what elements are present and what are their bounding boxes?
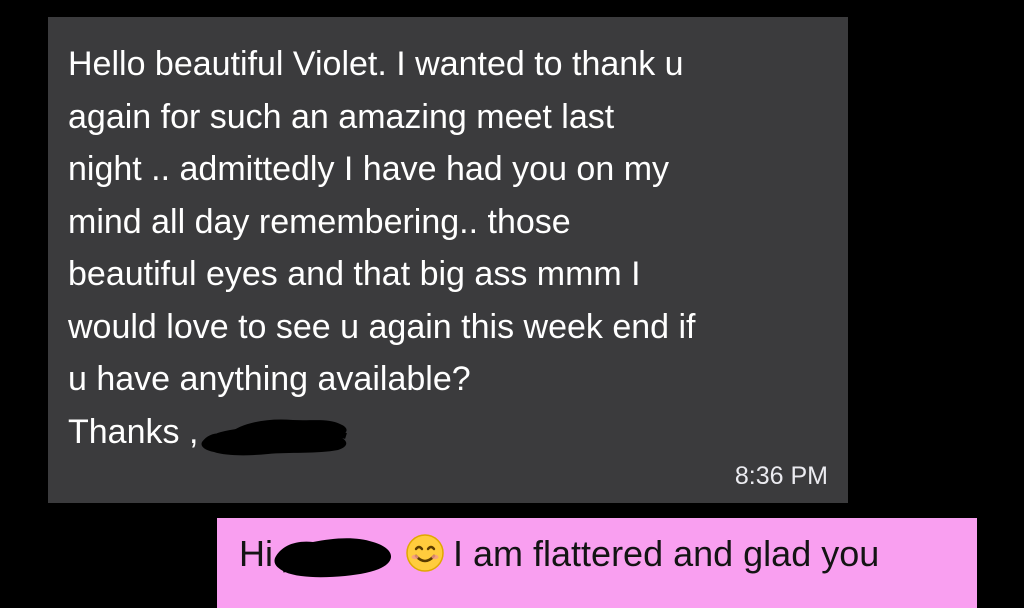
message-line: mind all day remembering.. those — [68, 202, 571, 241]
message-line: u have anything available? — [68, 360, 471, 398]
incoming-message-text: Hello beautiful Violet. I wanted to than… — [68, 38, 828, 458]
message-timestamp: 8:36 PM — [734, 462, 828, 490]
message-line: night .. admittedly I have had you on my — [68, 150, 670, 188]
message-line: again for such an amazing meet last — [68, 97, 615, 136]
message-line: beautiful eyes and that big ass mmm I — [68, 255, 641, 293]
signoff-text: Thanks , — [68, 412, 199, 451]
greeting-text: Hi — [239, 533, 273, 574]
message-line: Hello beautiful Violet. I wanted to than… — [68, 45, 684, 83]
redacted-name-scribble — [198, 412, 358, 456]
redacted-name-scribble — [273, 532, 401, 580]
outgoing-message-text: Hi I am flattered and glad you — [239, 530, 977, 580]
outgoing-message-body: I am flattered and glad you — [453, 533, 880, 574]
outgoing-message-bubble[interactable]: Hi I am flattered and glad you — [217, 518, 977, 608]
incoming-message-bubble[interactable]: Hello beautiful Violet. I wanted to than… — [48, 17, 848, 503]
message-line: would love to see u again this week end … — [68, 307, 696, 346]
message-line-signoff: Thanks , — [68, 406, 828, 459]
smiling-face-icon — [405, 533, 445, 573]
